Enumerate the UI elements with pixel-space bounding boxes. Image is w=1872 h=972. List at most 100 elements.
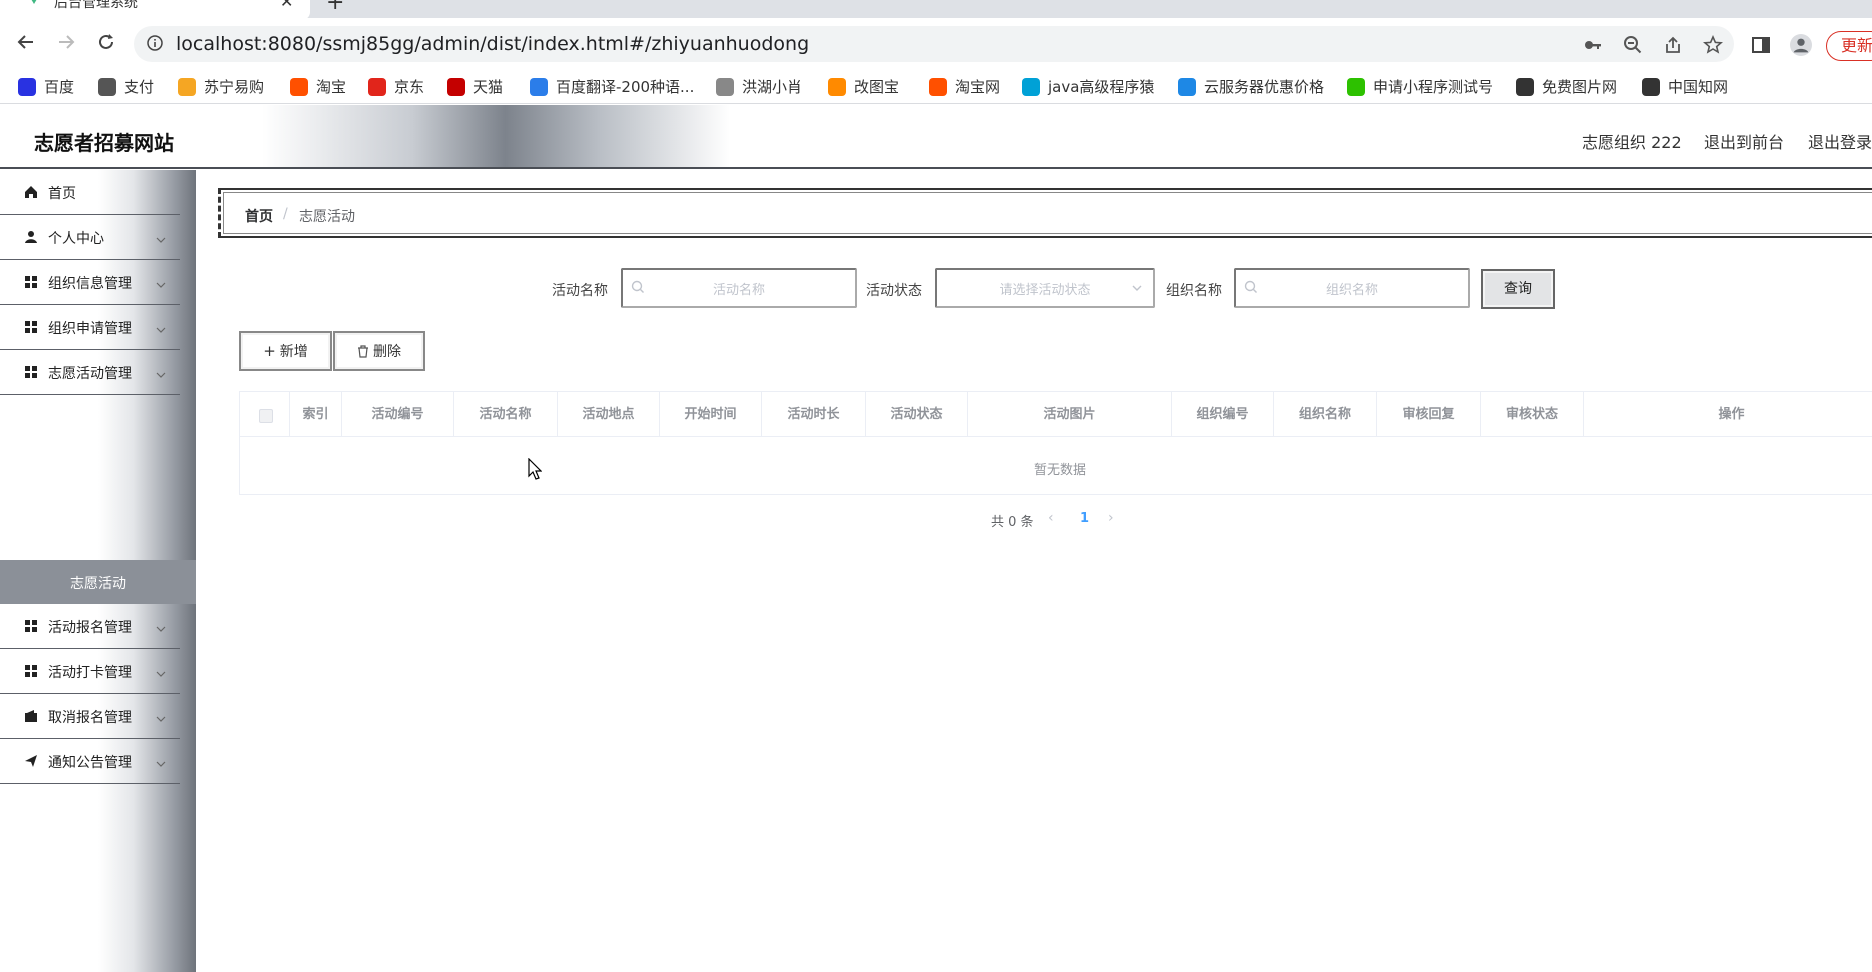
bookmark-item[interactable]: 免费图片网 xyxy=(1516,76,1617,97)
update-button[interactable]: 更新 xyxy=(1826,31,1872,61)
back-to-front-link[interactable]: 退出到前台 xyxy=(1704,129,1784,153)
sidebar-item-label: 活动打卡管理 xyxy=(48,665,132,681)
grid-icon xyxy=(24,664,38,678)
sidebar-item-label: 志愿活动管理 xyxy=(48,366,132,382)
zoom-out-icon[interactable] xyxy=(1622,34,1644,56)
plus-icon: + xyxy=(263,342,276,360)
profile-avatar-icon[interactable] xyxy=(1790,34,1812,56)
prev-page-icon[interactable]: ‹ xyxy=(1048,510,1054,526)
sidebar-item[interactable]: 取消报名管理 xyxy=(0,694,180,739)
bookmark-item[interactable]: 支付 xyxy=(98,76,154,97)
delete-button-label: 删除 xyxy=(373,344,401,360)
bookmarks-bar: 百度 支付 苏宁易购 淘宝 京东 天猫 百度翻译-200种语... 洪湖小肖 改图宝 淘宝网 jav… xyxy=(0,70,1872,104)
bookmark-label: 申请小程序测试号 xyxy=(1373,78,1494,96)
column-header: 活动状态 xyxy=(866,392,968,437)
chevron-down-icon[interactable]: ⌄ xyxy=(1706,0,1718,4)
sidebar: 志愿活动 首页个人中心组织信息管理 组织申请管理志愿活动管理 活动报名管理 活动打卡管… xyxy=(0,170,196,972)
org-name-label: 组织名称 xyxy=(1166,283,1222,299)
org-name-input[interactable]: 组织名称 xyxy=(1234,268,1470,308)
sidebar-item[interactable]: 首页 xyxy=(0,170,180,215)
next-page-icon[interactable]: › xyxy=(1108,510,1114,526)
suning-icon xyxy=(178,77,196,96)
chevron-down-icon xyxy=(156,320,166,339)
breadcrumb-current: 志愿活动 xyxy=(299,209,355,225)
query-button[interactable]: 查询 xyxy=(1481,269,1555,309)
bookmark-label: java高级程序猿 xyxy=(1048,78,1155,96)
wallet-icon xyxy=(24,709,38,723)
bookmark-item[interactable]: 百度 xyxy=(18,76,74,97)
column-header: 活动名称 xyxy=(454,392,558,437)
sidebar-item-label: 个人中心 xyxy=(48,231,104,247)
bookmark-item[interactable]: 淘宝 xyxy=(290,76,346,97)
breadcrumb-home[interactable]: 首页 xyxy=(245,206,273,226)
browser-tab[interactable]: 后台管理系统 ✕ xyxy=(0,0,310,20)
bookmark-label: 百度 xyxy=(44,78,75,96)
bookmark-item[interactable]: 改图宝 xyxy=(828,76,899,97)
bookmark-label: 淘宝网 xyxy=(955,78,1001,96)
globe-icon xyxy=(98,77,116,96)
submenu-item-volunteer-activity[interactable]: 志愿活动 xyxy=(0,560,196,604)
activity-status-placeholder: 请选择活动状态 xyxy=(999,283,1091,298)
current-user: 志愿组织 222 xyxy=(1582,133,1682,152)
share-icon[interactable] xyxy=(1662,34,1684,56)
chevron-down-icon xyxy=(156,754,166,773)
bookmark-item[interactable]: 中国知网 xyxy=(1642,76,1728,97)
side-panel-icon[interactable] xyxy=(1750,34,1772,56)
table-header: 索引 活动编号 活动名称 活动地点 开始时间 活动时长 活动状态 活动图片 组织编号 组织名称 审核… xyxy=(240,392,1872,437)
chevron-down-icon xyxy=(1132,285,1142,291)
mouse-cursor-icon xyxy=(528,458,542,480)
sidebar-item[interactable]: 通知公告管理 xyxy=(0,739,180,784)
site-info-icon[interactable] xyxy=(146,34,164,52)
bookmark-label: 支付 xyxy=(124,78,155,96)
column-header: 操作 xyxy=(1584,392,1872,437)
page-number[interactable]: 1 xyxy=(1080,511,1089,526)
bookmark-item[interactable]: 天猫 xyxy=(447,76,503,97)
logout-link[interactable]: 退出登录 xyxy=(1808,129,1872,153)
wechat-icon xyxy=(1347,77,1365,96)
bookmark-item[interactable]: 京东 xyxy=(368,76,424,97)
key-icon[interactable] xyxy=(1582,34,1604,56)
reload-icon[interactable] xyxy=(94,30,118,54)
column-header: 审核回复 xyxy=(1377,392,1481,437)
restore-window-icon[interactable]: ❐ xyxy=(1826,0,1839,4)
activity-name-input[interactable]: 活动名称 xyxy=(621,268,857,308)
sidebar-item[interactable]: 组织申请管理 xyxy=(0,305,180,350)
new-tab-icon[interactable]: + xyxy=(326,0,344,15)
activity-name-label: 活动名称 xyxy=(552,283,608,299)
bookmark-label: 京东 xyxy=(394,78,425,96)
sidebar-item[interactable]: 活动报名管理 xyxy=(0,604,180,649)
sidebar-item[interactable]: 组织信息管理 xyxy=(0,260,180,305)
t-icon xyxy=(1516,77,1534,96)
star-icon[interactable] xyxy=(1702,34,1724,56)
back-icon[interactable] xyxy=(14,30,38,54)
chevron-down-icon xyxy=(156,275,166,294)
pagination-total: 共 0 条 xyxy=(991,515,1034,530)
sidebar-item[interactable]: 志愿活动管理 xyxy=(0,350,180,395)
bookmark-item[interactable]: 苏宁易购 xyxy=(178,76,264,97)
select-all-checkbox[interactable] xyxy=(259,409,273,423)
sidebar-item-label: 活动报名管理 xyxy=(48,620,132,636)
empty-state-text: 暂无数据 xyxy=(1033,463,1086,478)
url-text[interactable]: localhost:8080/ssmj85gg/admin/dist/index… xyxy=(176,33,809,55)
bookmark-label: 淘宝 xyxy=(316,78,347,96)
bookmark-item[interactable]: 申请小程序测试号 xyxy=(1347,76,1493,97)
forward-icon[interactable] xyxy=(54,30,78,54)
breadcrumb: 首页 / 志愿活动 xyxy=(218,188,1872,238)
sidebar-item[interactable]: 活动打卡管理 xyxy=(0,649,180,694)
add-button[interactable]: + 新增 xyxy=(239,331,332,371)
delete-button[interactable]: 删除 xyxy=(333,331,425,371)
sidebar-item[interactable]: 个人中心 xyxy=(0,215,180,260)
bird-icon xyxy=(716,77,734,96)
bookmark-item[interactable]: 云服务器优惠价格 xyxy=(1178,76,1324,97)
activity-status-select[interactable]: 请选择活动状态 xyxy=(935,268,1155,308)
bookmark-label: 天猫 xyxy=(473,78,504,96)
bookmark-item[interactable]: java高级程序猿 xyxy=(1022,76,1154,97)
close-tab-icon[interactable]: ✕ xyxy=(280,0,293,11)
bookmark-item[interactable]: 洪湖小肖 xyxy=(716,76,802,97)
bookmark-item[interactable]: 百度翻译-200种语... xyxy=(530,76,694,97)
data-table: 索引 活动编号 活动名称 活动地点 开始时间 活动时长 活动状态 活动图片 组织编号 组织名称 审核… xyxy=(239,391,1872,495)
bookmark-item[interactable]: 淘宝网 xyxy=(929,76,1000,97)
home-icon xyxy=(24,185,38,199)
app-header: 志愿者招募网站 志愿组织 222 退出到前台 退出登录 xyxy=(0,105,1872,169)
send-icon xyxy=(24,754,38,768)
